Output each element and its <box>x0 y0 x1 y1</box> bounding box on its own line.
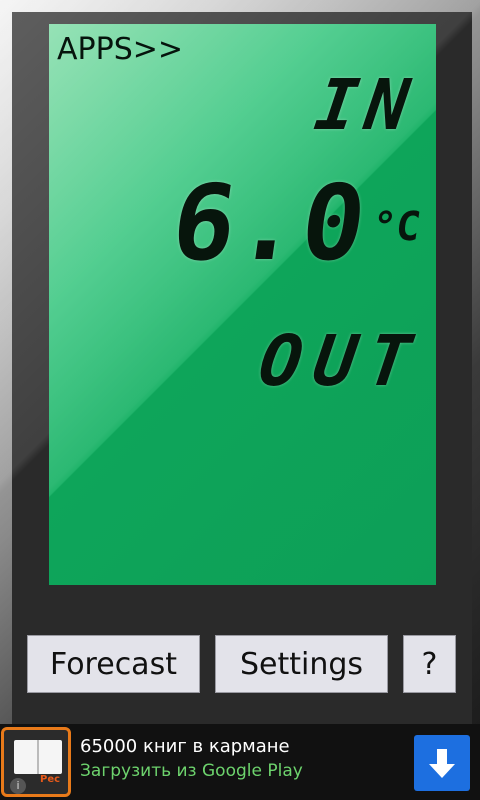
apps-link[interactable]: APPS>> <box>57 32 183 67</box>
indoor-label: IN <box>309 64 422 146</box>
forecast-button[interactable]: Forecast <box>27 635 200 693</box>
settings-button[interactable]: Settings <box>215 635 388 693</box>
help-button[interactable]: ? <box>403 635 456 693</box>
ad-app-icon[interactable]: Рес i <box>1 727 71 797</box>
ad-icon-label: Рес <box>40 774 61 785</box>
book-icon <box>14 740 62 774</box>
lcd-display: APPS>> IN 6.0 °C OUT <box>49 24 436 585</box>
info-icon[interactable]: i <box>10 778 26 794</box>
temperature-value: 6.0 <box>164 162 376 284</box>
outdoor-label[interactable]: OUT <box>254 320 428 402</box>
ad-title[interactable]: 65000 книг в кармане <box>80 736 290 757</box>
ad-subtitle[interactable]: Загрузить из Google Play <box>80 761 303 781</box>
temperature-readout: 6.0 °C <box>164 162 423 284</box>
temperature-unit: °C <box>368 204 424 250</box>
download-arrow-icon <box>429 749 455 778</box>
download-button[interactable] <box>414 735 470 791</box>
